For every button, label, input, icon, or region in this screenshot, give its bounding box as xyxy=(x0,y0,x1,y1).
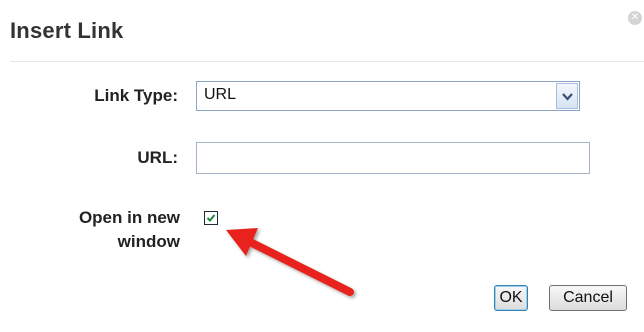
new-window-checkbox[interactable] xyxy=(204,211,218,225)
title-divider xyxy=(10,61,644,62)
insert-link-dialog: Insert Link ✕ Link Type: URL URL: Open i… xyxy=(0,0,644,332)
dialog-title: Insert Link xyxy=(10,18,124,43)
new-window-label: Open in new window xyxy=(78,208,180,251)
url-label: URL: xyxy=(137,148,178,167)
dropdown-button[interactable] xyxy=(556,83,578,109)
chevron-down-icon xyxy=(562,93,573,101)
link-type-select[interactable]: URL xyxy=(196,81,580,111)
checkmark-icon xyxy=(206,214,216,222)
link-type-label: Link Type: xyxy=(94,86,178,105)
ok-button[interactable]: OK xyxy=(494,285,528,311)
cancel-button[interactable]: Cancel xyxy=(549,285,627,311)
link-type-value: URL xyxy=(204,86,237,103)
close-icon[interactable]: ✕ xyxy=(628,11,642,25)
url-input[interactable] xyxy=(196,142,590,174)
